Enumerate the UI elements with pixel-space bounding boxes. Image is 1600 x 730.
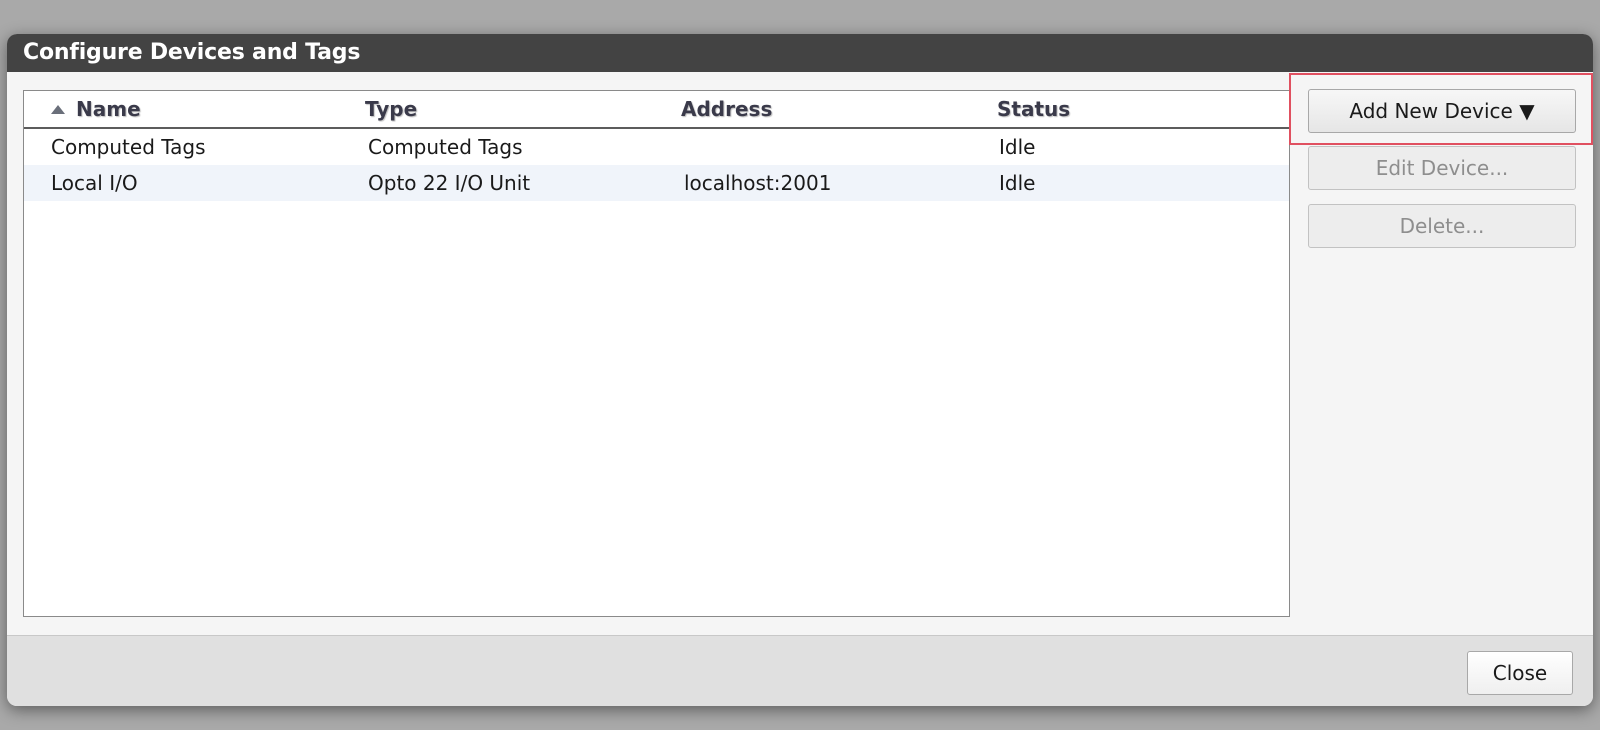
table-header: Name Type Address Status xyxy=(24,91,1289,129)
cell-status: Idle xyxy=(999,135,1036,159)
table-row[interactable]: Computed Tags Computed Tags Idle xyxy=(24,129,1289,165)
edit-device-button[interactable]: Edit Device... xyxy=(1308,146,1576,190)
cell-name: Local I/O xyxy=(51,171,138,195)
cell-type: Opto 22 I/O Unit xyxy=(368,171,531,195)
close-button[interactable]: Close xyxy=(1467,651,1573,695)
cell-name: Computed Tags xyxy=(51,135,206,159)
add-new-device-button[interactable]: Add New Device ▼ xyxy=(1308,89,1576,133)
cell-type: Computed Tags xyxy=(368,135,523,159)
delete-device-button[interactable]: Delete... xyxy=(1308,204,1576,248)
column-header-type[interactable]: Type xyxy=(365,91,417,127)
configure-devices-dialog: Configure Devices and Tags Name Type Add… xyxy=(7,34,1593,706)
column-header-status[interactable]: Status xyxy=(997,91,1070,127)
column-header-address[interactable]: Address xyxy=(681,91,772,127)
dialog-title: Configure Devices and Tags xyxy=(7,34,1593,72)
column-header-name[interactable]: Name xyxy=(76,91,141,127)
devices-table: Name Type Address Status Computed Tags C… xyxy=(23,90,1290,617)
cell-status: Idle xyxy=(999,171,1036,195)
cell-address: localhost:2001 xyxy=(684,171,832,195)
sort-ascending-icon[interactable] xyxy=(51,105,65,114)
dialog-footer: Close xyxy=(7,635,1593,706)
table-row[interactable]: Local I/O Opto 22 I/O Unit localhost:200… xyxy=(24,165,1289,201)
